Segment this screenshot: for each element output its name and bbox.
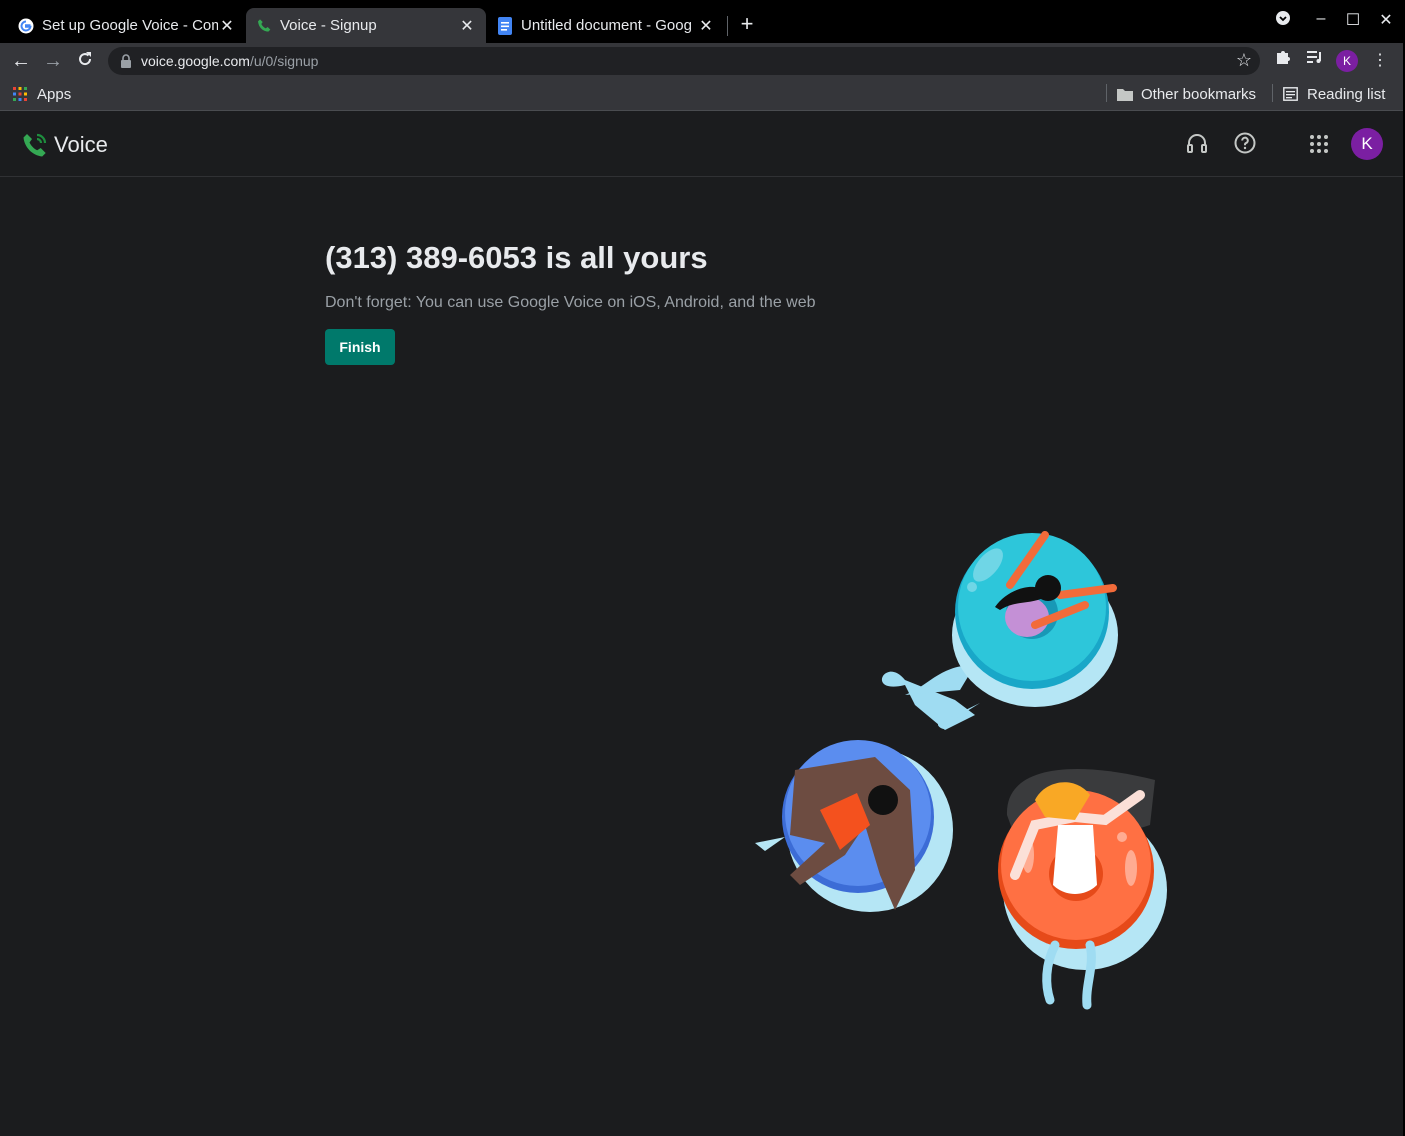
docs-icon (498, 16, 512, 35)
forward-button[interactable]: → (40, 48, 66, 74)
back-button[interactable]: ← (8, 48, 34, 74)
google-apps-icon[interactable] (1306, 131, 1332, 157)
address-bar[interactable]: voice.google.com/u/0/signup ☆ (108, 47, 1260, 75)
chevron-down-circle-icon (1276, 11, 1290, 25)
account-avatar[interactable]: K (1351, 128, 1383, 160)
bookmarks-divider (1272, 84, 1273, 102)
finish-button[interactable]: Finish (325, 329, 395, 365)
tab-search-button[interactable] (1272, 10, 1294, 31)
apps-bookmark[interactable]: Apps (13, 84, 71, 104)
voice-phone-icon (258, 18, 271, 32)
blue-float-swimmer (755, 740, 953, 912)
apps-label: Apps (37, 85, 72, 103)
url-path: /u/0/signup (249, 53, 319, 69)
maximize-button[interactable]: ☐ (1342, 10, 1364, 30)
page-title: (313) 389-6053 is all yours (325, 240, 708, 275)
tab-untitled-document[interactable]: Untitled document - Goog ✕ (487, 8, 725, 43)
tab-divider (727, 16, 728, 36)
folder-icon (1117, 89, 1133, 101)
bookmarks-bar: Apps Other bookmarks Reading list (0, 78, 1405, 111)
support-headset-icon[interactable] (1184, 131, 1210, 157)
voice-logo[interactable]: Voice (22, 132, 108, 158)
page-subtitle: Don't forget: You can use Google Voice o… (325, 294, 816, 311)
url-text: voice.google.com/u/0/signup (141, 53, 318, 69)
profile-avatar[interactable]: K (1336, 50, 1358, 72)
reload-button[interactable] (72, 48, 98, 74)
extensions-puzzle-icon[interactable] (1271, 49, 1295, 73)
google-g-icon (18, 18, 34, 33)
voice-app-header: Voice K (0, 112, 1403, 177)
browser-menu-icon[interactable]: ⋮ (1368, 49, 1392, 73)
tab-strip: Set up Google Voice - Com ✕ Voice - Sign… (0, 0, 1405, 43)
tab-voice-signup[interactable]: Voice - Signup ✕ (246, 8, 486, 43)
window-close-button[interactable]: ✕ (1375, 10, 1397, 30)
app-name: Voice (54, 132, 108, 157)
teal-float-swimmer (881, 531, 1118, 730)
browser-toolbar: ← → voice.google.com/u/0/signup ☆ ⋮ (0, 43, 1405, 78)
other-bookmarks[interactable]: Other bookmarks (1117, 84, 1256, 104)
tab-title: Untitled document - Goog (521, 17, 692, 34)
lock-icon[interactable] (118, 53, 134, 69)
tab-setup-google-voice[interactable]: Set up Google Voice - Com ✕ (8, 8, 246, 43)
swimmers-illustration (755, 531, 1167, 1010)
media-queue-icon[interactable] (1303, 49, 1327, 73)
new-tab-button[interactable]: + (736, 12, 758, 36)
minimize-button[interactable]: – (1310, 10, 1332, 28)
reading-list[interactable]: Reading list (1283, 84, 1385, 104)
bookmarks-divider (1106, 84, 1107, 102)
voice-phone-icon (23, 133, 47, 157)
close-icon[interactable]: ✕ (697, 16, 715, 36)
reload-icon (79, 52, 92, 66)
other-bookmarks-label: Other bookmarks (1141, 85, 1257, 103)
tab-title: Voice - Signup (280, 17, 377, 34)
url-host: voice.google.com (141, 53, 250, 69)
orange-float-swimmer (998, 769, 1167, 1010)
close-icon[interactable]: ✕ (458, 16, 476, 36)
close-icon[interactable]: ✕ (218, 16, 236, 36)
reading-list-label: Reading list (1307, 85, 1386, 103)
help-icon[interactable] (1232, 131, 1258, 157)
reading-list-icon (1283, 87, 1298, 101)
bookmark-star-icon[interactable]: ☆ (1236, 50, 1252, 71)
apps-grid-icon (13, 87, 27, 101)
tab-title: Set up Google Voice - Com (42, 17, 218, 34)
